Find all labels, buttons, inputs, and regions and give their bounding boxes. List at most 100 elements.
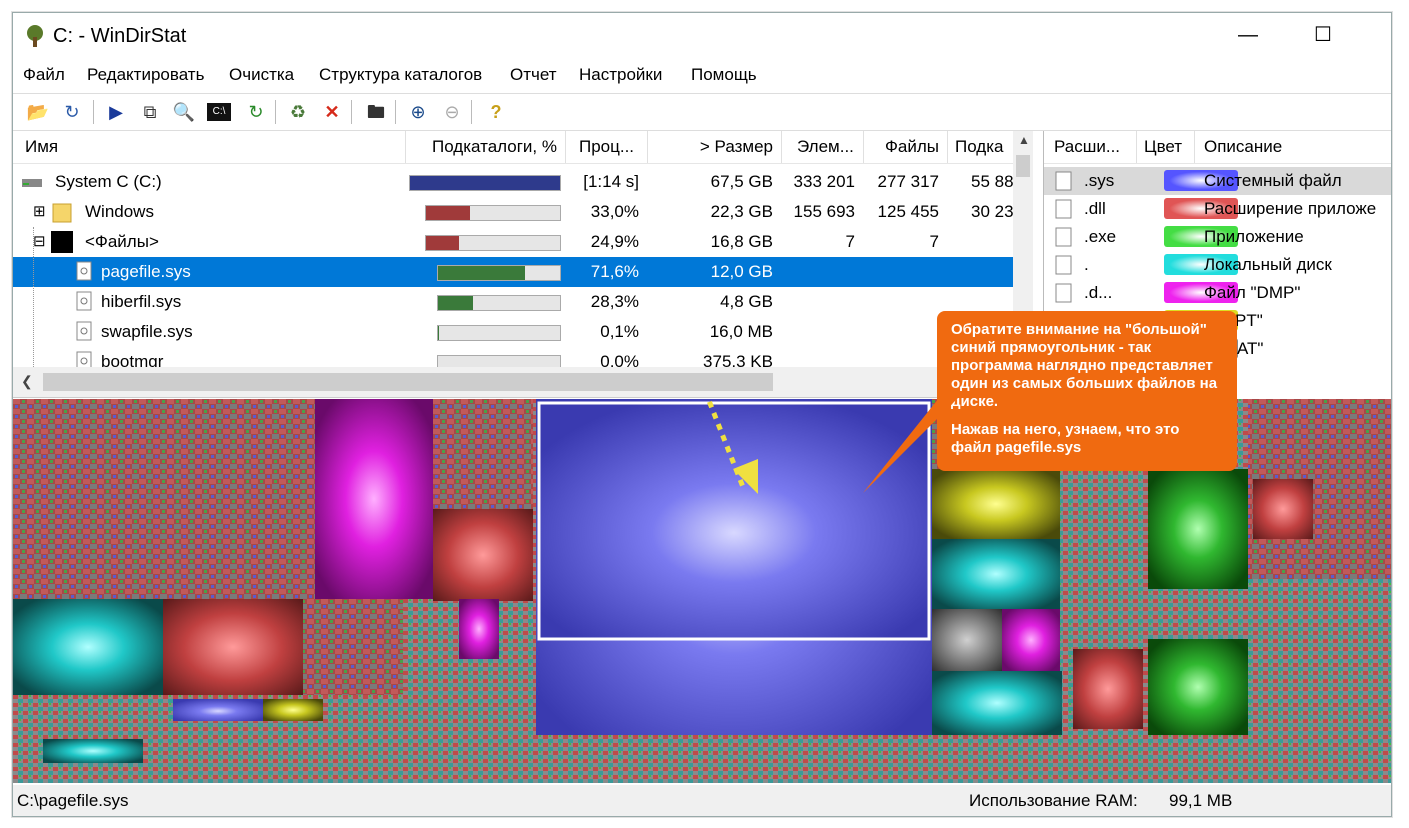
subdir-percent-bar [409, 175, 561, 191]
tree-row-percent: 28,3% [590, 292, 639, 311]
menu-cleanup[interactable]: Очистка [229, 65, 294, 85]
extension-row[interactable]: . Локальный диск [1044, 251, 1391, 280]
file-icon [75, 291, 93, 316]
header-items[interactable]: Элем... [797, 137, 867, 157]
status-bar: C:\pagefile.sys Использование RAM: 99,1 … [13, 785, 1391, 816]
menu-tree-map[interactable]: Структура каталогов [319, 65, 482, 85]
header-description[interactable]: Описание [1204, 137, 1384, 157]
callout-paragraph-1: Обратите внимание на "большой" синий пря… [951, 321, 1218, 410]
play-icon[interactable]: ▶ [103, 99, 129, 125]
tree-row[interactable]: ⊞ Windows 33,0% 22,3 GB 155 693 125 455 30 23 [13, 197, 1013, 227]
tree-row-name: <Файлы> [85, 232, 159, 251]
tree-header: Имя Подкаталоги, % Проц... > Размер Элем… [13, 131, 1013, 164]
new-folder-icon[interactable]: 🖿 [363, 99, 389, 125]
tree-row[interactable]: pagefile.sys 71,6% 12,0 GB [13, 257, 1013, 287]
recycle-icon[interactable]: ♻ [285, 99, 311, 125]
tree-row-items: 7 [845, 232, 855, 251]
extension-name: .d... [1084, 283, 1113, 302]
tree-row-size: 22,3 GB [710, 202, 773, 221]
header-name[interactable]: Имя [25, 137, 405, 157]
extension-name: .dll [1084, 199, 1106, 218]
zoom-out-icon[interactable]: ⊖ [439, 99, 465, 125]
command-prompt-icon[interactable]: C:\ [207, 103, 231, 121]
menu-help[interactable]: Помощь [691, 65, 757, 85]
extension-row[interactable]: .sys Системный файл [1044, 167, 1391, 196]
tree-row-percent: [1:14 s] [583, 172, 639, 191]
header-subdir-percent[interactable]: Подкаталоги, % [409, 137, 557, 157]
menu-settings[interactable]: Настройки [579, 65, 662, 85]
title-bar: C: - WinDirStat — ☐ [13, 13, 1391, 59]
tree-row-size: 16,8 GB [710, 232, 773, 251]
tree-row-percent: 71,6% [590, 262, 639, 281]
minimize-button[interactable]: — [1223, 17, 1273, 53]
subdir-percent-bar [437, 295, 561, 311]
header-files[interactable]: Файлы [869, 137, 939, 157]
tree-row-size: 4,8 GB [720, 292, 773, 311]
tree-row[interactable]: System C (C:) [1:14 s] 67,5 GB 333 201 277 3… [13, 167, 1013, 197]
refresh-selected-icon[interactable]: ↻ [243, 99, 269, 125]
tree-row-percent: 33,0% [590, 202, 639, 221]
tree-row-name: swapfile.sys [101, 322, 193, 341]
subdir-percent-bar [437, 265, 561, 281]
tree-row-subdirs: 55 88 [971, 172, 1013, 191]
toolbar: 📂 ↻ ▶ ⧉ 🔍 C:\ ↻ ♻ ✕ 🖿 ⊕ ⊖ ? [13, 93, 1391, 131]
menu-file[interactable]: Файл [23, 65, 65, 85]
window-title: C: - WinDirStat [53, 25, 187, 47]
tree-horizontal-scroll-thumb[interactable] [43, 373, 773, 391]
extension-row[interactable]: .exe Приложение [1044, 223, 1391, 252]
app-tree-icon [27, 25, 43, 47]
drive-icon [21, 171, 43, 194]
explore-icon[interactable]: 🔍 [171, 99, 197, 125]
exe-file-icon [1054, 227, 1074, 252]
extension-row[interactable]: .dll Расширение приложе [1044, 195, 1391, 223]
tree-row-items: 333 201 [793, 172, 855, 191]
tree-row-items: 155 693 [793, 202, 855, 221]
subdir-percent-bar [425, 205, 561, 221]
drive-small-icon [1054, 255, 1074, 280]
copy-icon[interactable]: ⧉ [137, 99, 163, 125]
header-extension[interactable]: Расши... [1054, 137, 1134, 157]
tree-row-name: pagefile.sys [101, 262, 191, 281]
file-icon [75, 261, 93, 286]
tree-row-files: 277 317 [877, 172, 939, 191]
menu-report[interactable]: Отчет [510, 65, 557, 85]
extension-description: Системный файл [1204, 171, 1342, 190]
extension-name: .sys [1084, 171, 1115, 190]
tree-row-files: 7 [929, 232, 939, 251]
tree-vertical-scroll-thumb[interactable] [1016, 155, 1030, 177]
maximize-button[interactable]: ☐ [1298, 17, 1348, 53]
tree-row[interactable]: hiberfil.sys 28,3% 4,8 GB [13, 287, 1013, 317]
tree-row[interactable]: ⊟ <Файлы> 24,9% 16,8 GB 7 7 [13, 227, 1013, 257]
tree-row[interactable]: swapfile.sys 0,1% 16,0 MB [13, 317, 1013, 347]
scroll-left-icon[interactable]: ❮ [21, 373, 33, 390]
extension-name: . [1084, 255, 1089, 274]
sys-file-icon [1054, 171, 1074, 196]
header-color[interactable]: Цвет [1144, 137, 1204, 157]
extension-description: Приложение [1204, 227, 1304, 246]
delete-icon[interactable]: ✕ [319, 99, 345, 125]
extension-name: .exe [1084, 227, 1117, 246]
expand-icon[interactable]: ⊞ [33, 202, 46, 220]
help-icon[interactable]: ? [483, 99, 509, 125]
tree-row-subdirs: 30 23 [971, 202, 1013, 221]
blank-file-icon [1054, 283, 1074, 308]
refresh-icon[interactable]: ↻ [59, 99, 85, 125]
callout-pointer [863, 393, 963, 493]
tree-row-files: 125 455 [877, 202, 939, 221]
extension-row[interactable]: .d... Файл "DMP" [1044, 279, 1391, 308]
tree-row-name: hiberfil.sys [101, 292, 182, 311]
status-ram-label: Использование RAM: [969, 791, 1138, 810]
header-size[interactable]: > Размер [653, 137, 773, 157]
subdir-percent-bar [437, 325, 561, 341]
extension-header: Расши... Цвет Описание [1044, 131, 1391, 164]
header-subdirs[interactable]: Подка [955, 137, 1013, 157]
scroll-up-icon[interactable]: ▲ [1018, 133, 1030, 147]
extension-description: Расширение приложе [1204, 199, 1377, 218]
directory-tree-pane: Имя Подкаталоги, % Проц... > Размер Элем… [13, 131, 1033, 398]
menu-edit[interactable]: Редактировать [87, 65, 204, 85]
tree-connector-line [33, 227, 35, 367]
zoom-in-icon[interactable]: ⊕ [405, 99, 431, 125]
open-folder-icon[interactable]: 📂 [25, 99, 51, 125]
tree-row-name: Windows [85, 202, 154, 221]
annotation-callout: Обратите внимание на "большой" синий пря… [937, 311, 1237, 471]
